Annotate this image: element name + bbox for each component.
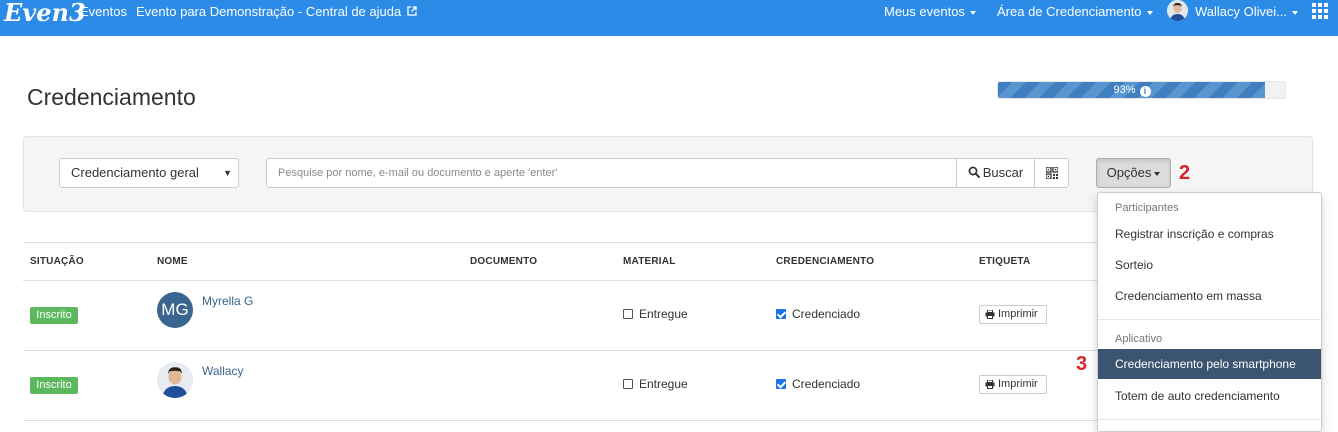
imprimir-label: Imprimir	[998, 378, 1038, 390]
select-value: Credenciamento geral	[71, 165, 199, 180]
opcoes-dropdown-menu: Participantes Registrar inscrição e comp…	[1097, 192, 1322, 432]
area-credenciamento-dropdown[interactable]: Área de Credenciamento	[997, 5, 1153, 19]
col-material: MATERIAL	[623, 256, 676, 267]
step-3-annotation: 3	[1076, 353, 1088, 375]
menu-item-credenciamento-massa[interactable]: Credenciamento em massa	[1098, 281, 1321, 311]
user-photo-icon	[157, 362, 193, 398]
participant-name-link[interactable]: Myrella G	[202, 294, 253, 308]
imprimir-label: Imprimir	[998, 308, 1038, 320]
credenciado-checkbox[interactable]	[776, 309, 786, 319]
nav-eventos-link[interactable]: Eventos	[80, 5, 127, 19]
menu-item-registrar-inscricao[interactable]: Registrar inscrição e compras	[1098, 219, 1321, 249]
printer-icon	[985, 310, 995, 319]
caret-down-icon	[1154, 171, 1161, 176]
event-link[interactable]: Evento para Demonstração - Central de aj…	[136, 5, 417, 19]
imprimir-button[interactable]: Imprimir	[979, 305, 1047, 324]
col-documento: DOCUMENTO	[470, 256, 538, 267]
material-label: Entregue	[639, 377, 688, 391]
event-link-label: Evento para Demonstração - Central de aj…	[136, 4, 402, 19]
menu-item-credenciamento-smartphone[interactable]: Credenciamento pelo smartphone	[1098, 349, 1321, 379]
qrcode-icon	[1046, 167, 1058, 179]
avatar: MG	[157, 292, 193, 328]
top-navbar: Even3 Eventos Evento para Demonstração -…	[0, 0, 1338, 36]
apps-grid-icon[interactable]	[1312, 3, 1328, 19]
credenciamento-select[interactable]: Credenciamento geral ▼	[59, 158, 239, 188]
col-etiqueta: ETIQUETA	[979, 256, 1031, 267]
progress-label: 93% i	[998, 82, 1266, 98]
dropdown-section-participantes: Participantes	[1115, 202, 1179, 214]
col-nome: NOME	[157, 256, 188, 267]
imprimir-button[interactable]: Imprimir	[979, 375, 1047, 394]
user-photo-icon	[1167, 0, 1188, 21]
menu-divider	[1098, 419, 1321, 420]
row-divider	[23, 420, 1098, 421]
participant-name-link[interactable]: Wallacy	[202, 364, 244, 378]
caret-down-icon	[969, 10, 976, 15]
credenciado-label: Credenciado	[792, 377, 861, 391]
even3-logo[interactable]: Even3	[4, 0, 86, 26]
page-title: Credenciamento	[27, 84, 196, 110]
printer-icon	[985, 380, 995, 389]
search-input[interactable]	[266, 158, 957, 188]
external-link-icon	[407, 6, 417, 16]
menu-divider	[1098, 319, 1321, 320]
user-name: Wallacy Olivei...	[1195, 4, 1287, 19]
credenciado-checkbox[interactable]	[776, 379, 786, 389]
dropdown-section-aplicativo: Aplicativo	[1115, 333, 1163, 345]
progress-percent: 93%	[1113, 84, 1136, 96]
area-label: Área de Credenciamento	[997, 4, 1142, 19]
opcoes-button[interactable]: Opções	[1096, 158, 1171, 188]
step-2-annotation: 2	[1179, 162, 1191, 184]
opcoes-label: Opções	[1106, 165, 1152, 180]
buscar-label: Buscar	[982, 165, 1024, 180]
menu-item-totem-auto-credenciamento[interactable]: Totem de auto credenciamento	[1098, 381, 1321, 411]
status-badge: Inscrito	[30, 307, 78, 324]
status-badge: Inscrito	[30, 377, 78, 394]
buscar-button[interactable]: Buscar	[956, 158, 1035, 188]
search-icon	[968, 166, 980, 178]
material-label: Entregue	[639, 307, 688, 321]
avatar	[157, 362, 193, 398]
user-avatar[interactable]	[1167, 0, 1188, 21]
menu-item-sorteio[interactable]: Sorteio	[1098, 250, 1321, 280]
material-checkbox[interactable]	[623, 379, 633, 389]
material-checkbox[interactable]	[623, 309, 633, 319]
info-icon[interactable]: i	[1139, 86, 1151, 97]
qr-scan-button[interactable]	[1034, 158, 1069, 188]
col-credenciamento: CREDENCIAMENTO	[776, 256, 875, 267]
user-menu-dropdown[interactable]: Wallacy Olivei...	[1195, 5, 1298, 19]
meus-eventos-dropdown[interactable]: Meus eventos	[884, 5, 976, 19]
caret-down-icon	[1291, 10, 1298, 15]
meus-eventos-label: Meus eventos	[884, 4, 965, 19]
credenciado-label: Credenciado	[792, 307, 861, 321]
select-arrow-icon: ▼	[223, 168, 232, 178]
progress-bar: 93% i	[997, 81, 1286, 99]
row-divider	[23, 350, 1098, 351]
col-situacao: SITUAÇÃO	[30, 256, 84, 267]
caret-down-icon	[1146, 10, 1153, 15]
